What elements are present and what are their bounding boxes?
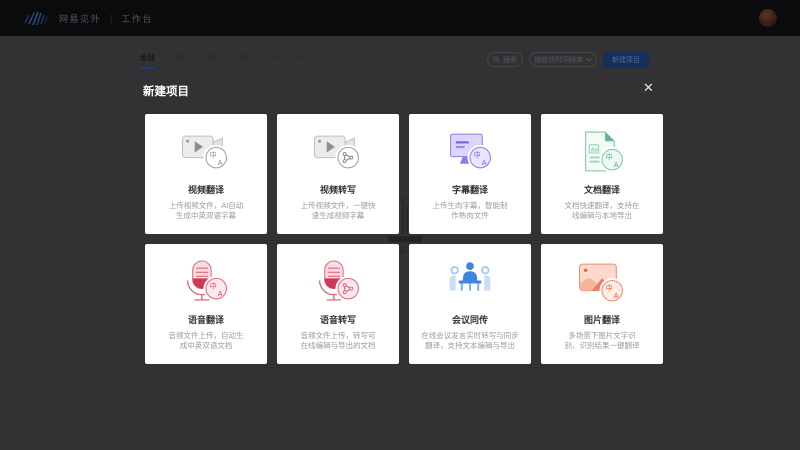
tab-document[interactable]: 文档 (264, 52, 279, 69)
card-desc: 音频文件上传，转写可 在线编辑与导出的文档 (301, 331, 376, 351)
subtitle-translate-icon: 中 A (441, 129, 499, 176)
image-translate-icon: 中 A (573, 259, 631, 306)
card-title: 字幕翻译 (452, 183, 488, 196)
video-translate-icon: 中 A (177, 129, 235, 176)
brand-name: 网易见外 (59, 12, 101, 25)
card-desc: 上传视频文件，一键快 速生成视频字幕 (301, 201, 376, 221)
card-desc: 上传生肉字幕，智能制 作熟肉文件 (433, 201, 508, 221)
tab-all[interactable]: 全部 (140, 52, 155, 69)
card-audio-transcribe[interactable]: 语音转写 音频文件上传，转写可 在线编辑与导出的文档 (277, 244, 399, 364)
card-subtitle-translate[interactable]: 中 A 字幕翻译 上传生肉字幕，智能制 作熟肉文件 (409, 114, 531, 234)
tab-video[interactable]: 视频 (171, 52, 186, 69)
modal-title: 新建项目 (143, 83, 189, 99)
meeting-interpretation-icon (441, 259, 499, 306)
document-translate-icon: Aa 中 A (573, 129, 631, 176)
card-title: 视频翻译 (188, 183, 224, 196)
tab-meeting[interactable]: 会议 (295, 52, 310, 69)
badge-en-glyph: A (614, 161, 619, 169)
search-label: 搜索 (503, 55, 517, 65)
card-audio-translate[interactable]: 中 A 语音翻译 音频文件上传，自动生 成中英双语文档 (145, 244, 267, 364)
project-type-grid: 中 A 视频翻译 上传视频文件，AI自动 生成中英双语字幕 视频转写 上传视频文… (145, 114, 663, 364)
card-desc: 音频文件上传，自动生 成中英双语文档 (169, 331, 244, 351)
card-desc: 文档快速翻译，支持在 线编辑与本地导出 (565, 201, 640, 221)
badge-zh-glyph: 中 (474, 151, 481, 160)
sort-label: 按修改时间排序 (534, 55, 583, 65)
badge-zh-glyph: 中 (606, 284, 613, 293)
tab-subtitle[interactable]: 字幕 (202, 52, 217, 69)
card-document-translate[interactable]: Aa 中 A 文档翻译 文档快速翻译，支持在 线编辑与本地导出 (541, 114, 663, 234)
badge-en-glyph: A (482, 159, 487, 167)
card-title: 会议同传 (452, 313, 488, 326)
badge-en-glyph: A (218, 290, 223, 298)
search-box[interactable]: 搜索 (487, 52, 523, 67)
card-desc: 上传视频文件，AI自动 生成中英双语字幕 (169, 201, 244, 221)
badge-en-glyph: A (218, 159, 223, 167)
badge-zh-glyph: 中 (210, 151, 217, 160)
workspace-label: 工作台 (121, 12, 153, 25)
video-transcribe-icon (309, 129, 367, 176)
audio-transcribe-icon (309, 259, 367, 306)
brand-divider: | (110, 13, 112, 23)
card-title: 语音转写 (320, 313, 356, 326)
card-title: 图片翻译 (584, 313, 620, 326)
search-icon (493, 56, 500, 63)
card-image-translate[interactable]: 中 A 图片翻译 多场景下图片文字识 别，识别结果一键翻译 (541, 244, 663, 364)
toolbar-controls: 搜索 按修改时间排序 新建项目 (487, 51, 649, 68)
tab-audio[interactable]: 音频 (233, 52, 248, 69)
card-title: 文档翻译 (584, 183, 620, 196)
card-meeting-interpretation[interactable]: 会议同传 在线会议发言实时转写与同步 翻译，支持文本编辑与导出 (409, 244, 531, 364)
doc-sample-glyph: Aa (591, 147, 599, 153)
close-icon[interactable]: ✕ (643, 81, 654, 94)
new-project-button[interactable]: 新建项目 (603, 51, 649, 68)
chevron-down-icon (586, 58, 592, 62)
card-desc: 多场景下图片文字识 别，识别结果一键翻译 (565, 331, 640, 351)
category-tabs: 全部 视频 字幕 音频 文档 会议 (140, 52, 310, 69)
card-title: 语音翻译 (188, 313, 224, 326)
badge-en-glyph: A (614, 292, 619, 300)
card-video-transcribe[interactable]: 视频转写 上传视频文件，一键快 速生成视频字幕 (277, 114, 399, 234)
badge-zh-glyph: 中 (606, 153, 613, 162)
user-avatar[interactable] (759, 9, 777, 27)
brand-logo-icon (24, 10, 50, 26)
card-desc: 在线会议发言实时转写与同步 翻译，支持文本编辑与导出 (421, 331, 519, 351)
badge-zh-glyph: 中 (210, 282, 217, 291)
sort-dropdown[interactable]: 按修改时间排序 (529, 52, 597, 67)
top-navbar: 网易见外 | 工作台 (0, 0, 800, 36)
audio-translate-icon: 中 A (177, 259, 235, 306)
card-video-translate[interactable]: 中 A 视频翻译 上传视频文件，AI自动 生成中英双语字幕 (145, 114, 267, 234)
brand: 网易见外 | 工作台 (24, 10, 153, 26)
card-title: 视频转写 (320, 183, 356, 196)
